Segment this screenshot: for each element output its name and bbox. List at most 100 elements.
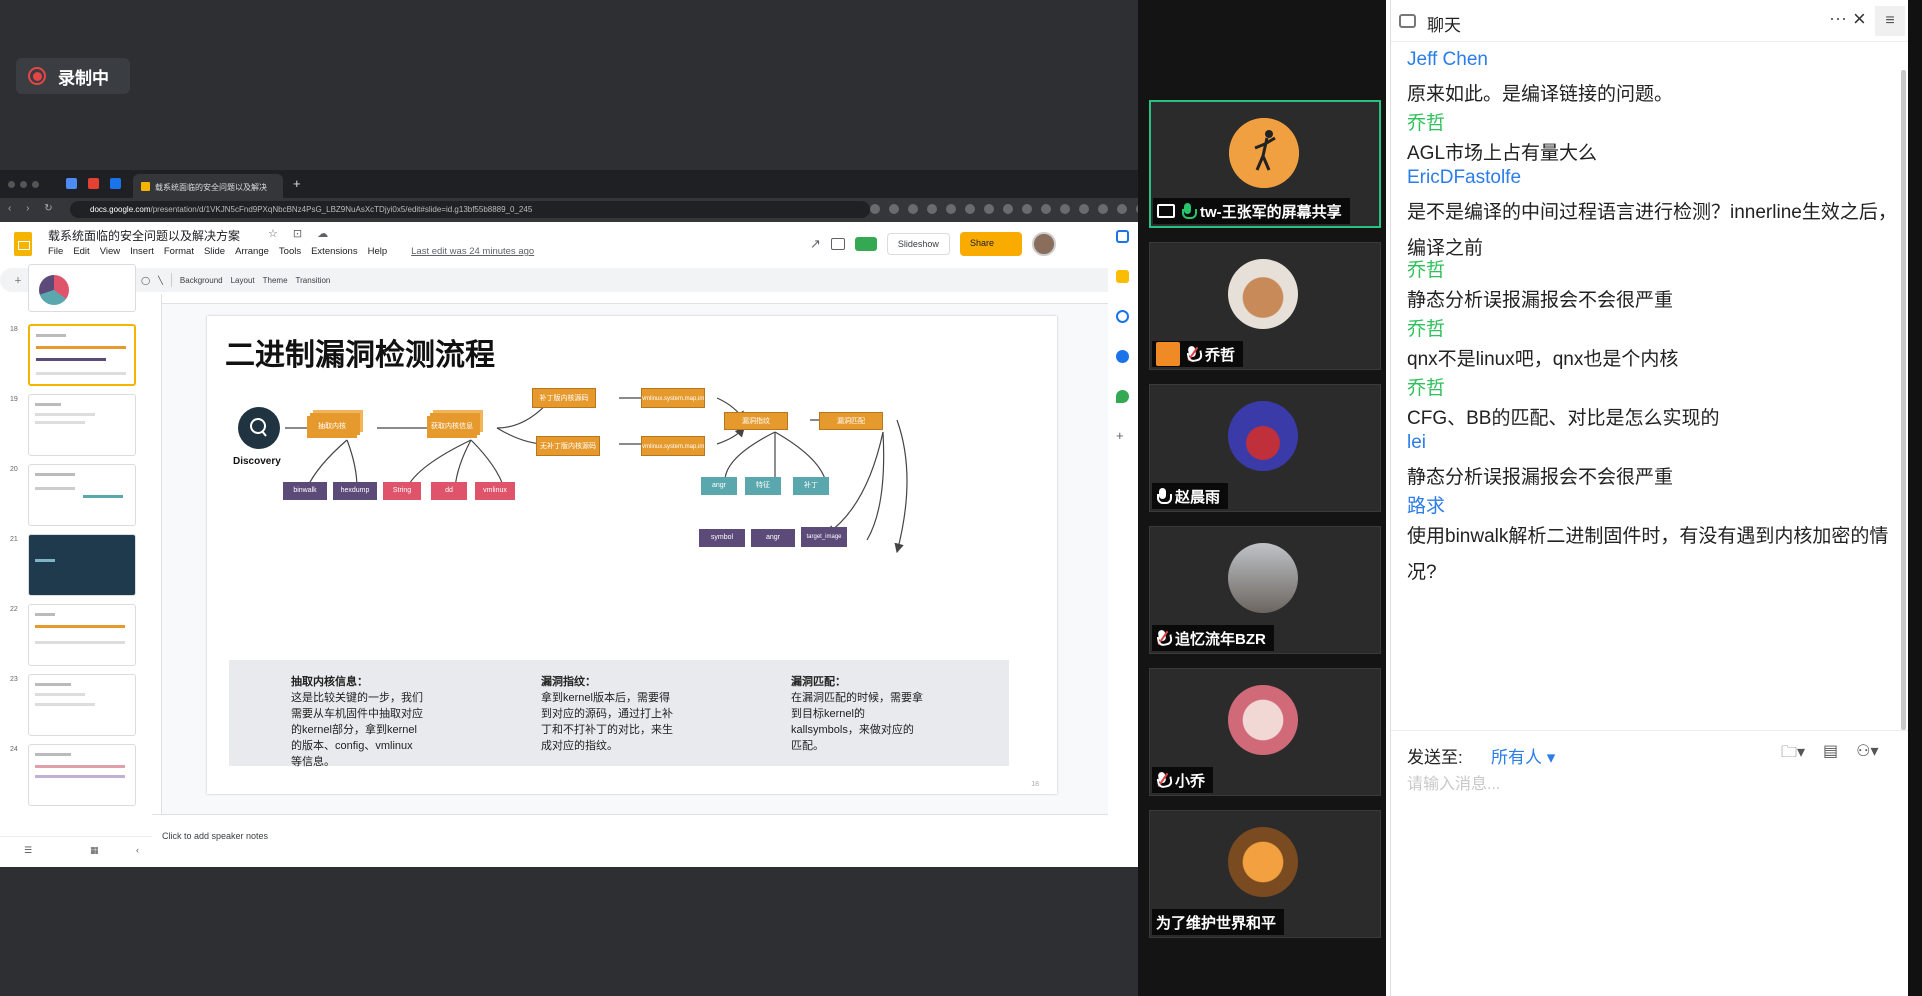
gmail-icon[interactable] [88, 178, 99, 189]
hamburger-menu-icon[interactable]: ≡ [1875, 6, 1905, 36]
share-button[interactable]: Share [959, 232, 1022, 256]
participant-tile[interactable]: 追忆流年BZR [1149, 526, 1381, 654]
slide-thumbnail-24[interactable]: 24 [6, 744, 138, 808]
menu-arrange[interactable]: Arrange [235, 246, 269, 257]
calendar-icon[interactable] [1116, 230, 1129, 243]
node-tool-string: String [383, 482, 421, 500]
chat-scrollbar[interactable] [1901, 70, 1906, 730]
silhouette-icon [1229, 118, 1299, 188]
line-icon[interactable]: ╲ [158, 276, 163, 285]
transition-button[interactable]: Transition [296, 276, 331, 285]
speaker-notes[interactable]: Click to add speaker notes [152, 814, 1138, 866]
user-avatar[interactable] [1031, 232, 1056, 256]
chat-sender-name[interactable]: 路求 [1407, 491, 1445, 518]
node-patch: 补丁 [793, 477, 829, 495]
chat-sender-name[interactable]: 乔哲 [1407, 314, 1445, 341]
chat-sender-name[interactable]: 乔哲 [1407, 373, 1445, 400]
participant-tile[interactable]: tw-王张军的屏幕共享 [1149, 100, 1381, 228]
window-controls[interactable] [8, 181, 39, 188]
menu-view[interactable]: View [100, 246, 120, 257]
vertical-ruler [152, 294, 162, 814]
user-settings-icon[interactable]: ⚇▾ [1856, 741, 1878, 768]
mic-muted-icon [1185, 345, 1201, 364]
activity-trend-icon[interactable]: ↗ [810, 236, 821, 252]
slide-canvas[interactable]: 二进制漏洞检测流程 Discovery 抽取内核 获取内核信息 补丁版内核源码 … [207, 316, 1057, 794]
nav-arrows-icon[interactable]: ‹ › ↻ [8, 203, 59, 214]
send-to-dropdown[interactable]: 所有人 ▾ [1491, 743, 1555, 768]
slideshow-button[interactable]: Slideshow [886, 233, 950, 255]
participant-tile[interactable]: 小乔 [1149, 668, 1381, 796]
slide-thumbnail-19[interactable]: 19 [6, 394, 138, 458]
comments-icon[interactable] [830, 238, 845, 250]
menu-edit[interactable]: Edit [73, 246, 89, 257]
new-tab-plus-icon[interactable]: + [293, 176, 301, 191]
tab-icon[interactable] [110, 178, 121, 189]
slide-thumbnail-18[interactable]: 18 [6, 324, 138, 388]
chat-message-text: 静态分析误报漏报会不会很严重 [1407, 467, 1674, 488]
tasks-icon[interactable] [1116, 310, 1129, 323]
menu-format[interactable]: Format [164, 246, 194, 257]
node-vmlinux-top: vmlinux.system.map,image [641, 388, 705, 408]
recording-indicator[interactable]: 录制中 [16, 58, 130, 94]
file-icon[interactable]: 🗀▾ [1781, 741, 1805, 768]
active-tab[interactable]: 载系统面临的安全问题以及解决 [133, 174, 283, 198]
background-button[interactable]: Background [180, 276, 223, 285]
filmstrip-view-toggle[interactable]: ☰ ▦ ‹ [0, 836, 152, 866]
tab-icon[interactable] [66, 178, 77, 189]
url-field[interactable]: docs.google.com/presentation/d/1VKJN5cFn… [70, 201, 870, 218]
slide-thumbnail-22[interactable]: 22 [6, 604, 138, 668]
slide-thumbnail-23[interactable]: 23 [6, 674, 138, 738]
menu-bar: File Edit View Insert Format Slide Arran… [48, 246, 534, 257]
menu-slide[interactable]: Slide [204, 246, 225, 257]
close-icon[interactable]: × [1853, 6, 1866, 32]
last-edit-link[interactable]: Last edit was 24 minutes ago [411, 246, 534, 257]
maps-icon[interactable] [1116, 390, 1129, 403]
chat-sender-name[interactable]: 乔哲 [1407, 108, 1445, 135]
meet-icon[interactable] [854, 237, 877, 251]
document-title[interactable]: 载系统面临的安全问题以及解决方案 [48, 227, 240, 244]
menu-extensions[interactable]: Extensions [311, 246, 357, 257]
participant-name-bar: 追忆流年BZR [1152, 625, 1274, 651]
speaker-notes-placeholder[interactable]: Click to add speaker notes [162, 831, 268, 841]
layout-button[interactable]: Layout [231, 276, 255, 285]
keep-icon[interactable] [1116, 270, 1129, 283]
more-options-icon[interactable]: ··· [1829, 8, 1847, 29]
participant-tile[interactable]: 乔哲 [1149, 242, 1381, 370]
participant-name-bar: 为了维护世界和平 [1152, 909, 1285, 935]
chat-message-text: 使用binwalk解析二进制固件时，有没有遇到内核加密的情况? [1407, 526, 1889, 583]
menu-tools[interactable]: Tools [279, 246, 301, 257]
participant-video-column: tw-王张军的屏幕共享 乔哲 赵晨雨 追忆流年BZR 小乔 为了维护世界和平 [1138, 0, 1386, 996]
add-addon-icon[interactable]: + [1116, 428, 1129, 443]
menu-file[interactable]: File [48, 246, 63, 257]
menu-help[interactable]: Help [368, 246, 388, 257]
send-to-label: 发送至: [1407, 748, 1463, 767]
chat-sender-name[interactable]: 乔哲 [1407, 255, 1445, 282]
list-view-icon[interactable]: ☰ [24, 845, 32, 856]
shape-icon[interactable]: ◯ [141, 276, 150, 285]
menu-insert[interactable]: Insert [130, 246, 154, 257]
chat-sender-name[interactable]: EricDFastolfe [1407, 167, 1521, 189]
node-angr-1: angr [701, 477, 737, 495]
slide-thumbnail-21[interactable]: 21 [6, 534, 138, 598]
node-tool-binwalk: binwalk [283, 482, 327, 500]
participant-tile[interactable]: 为了维护世界和平 [1149, 810, 1381, 938]
slide-number: 18 [1031, 781, 1039, 788]
contacts-icon[interactable] [1116, 350, 1129, 363]
collapse-icon[interactable]: ‹ [136, 845, 139, 855]
chat-message-input[interactable] [1407, 773, 1887, 797]
theme-button[interactable]: Theme [263, 276, 288, 285]
participant-avatar [1228, 401, 1298, 471]
public-icon[interactable]: ▤ [1823, 741, 1838, 768]
slide-thumbnail-20[interactable]: 20 [6, 464, 138, 528]
participant-tile[interactable]: 赵晨雨 [1149, 384, 1381, 512]
chat-header: 聊天 ··· × ≡ [1391, 0, 1909, 42]
recording-label: 录制中 [58, 68, 109, 88]
extension-icons[interactable] [870, 204, 1138, 214]
node-feature: 特征 [745, 477, 781, 495]
google-slides-logo-icon[interactable] [14, 232, 32, 256]
chat-sender-name[interactable]: lei [1407, 432, 1426, 454]
star-move-cloud-icons[interactable]: ☆ ⊡ ☁ [268, 227, 334, 240]
grid-view-icon[interactable]: ▦ [90, 845, 99, 856]
new-slide-icon[interactable]: ＋ [14, 275, 22, 286]
chat-sender-name[interactable]: Jeff Chen [1407, 49, 1488, 71]
